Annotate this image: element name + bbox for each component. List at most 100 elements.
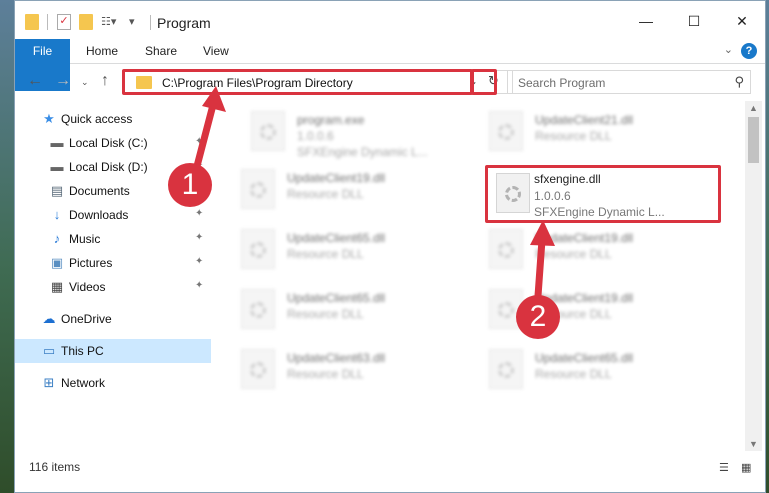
list-item[interactable]: UpdateClient19.dll Resource DLL <box>231 163 461 215</box>
recent-locations-icon[interactable]: ⌄ <box>81 77 89 88</box>
file-name: program.exe <box>297 113 365 127</box>
scroll-up-icon[interactable]: ▲ <box>749 103 758 113</box>
file-description: SFXEngine Dynamic L... <box>534 205 665 219</box>
sidebar-item-label: Local Disk (C:) <box>69 136 148 150</box>
address-highlight <box>122 69 473 95</box>
dll-file-icon <box>241 289 275 329</box>
tab-share[interactable]: Share <box>131 39 191 63</box>
dll-file-icon <box>241 229 275 269</box>
list-item-selected[interactable]: sfxengine.dll 1.0.0.6 SFXEngine Dynamic … <box>485 165 721 223</box>
computer-icon: ▭ <box>42 343 56 358</box>
search-input[interactable]: Search Program ⚲ <box>507 70 751 94</box>
pin-icon[interactable]: ✦ <box>195 280 203 291</box>
sidebar-item-onedrive[interactable]: ☁ OneDrive <box>15 307 211 331</box>
pin-icon[interactable]: ✦ <box>195 136 203 147</box>
sidebar-item-this-pc[interactable]: ▭ This PC <box>15 339 211 363</box>
step-2-badge: 2 <box>516 295 560 339</box>
file-description: SFXEngine Dynamic L... <box>297 145 428 159</box>
sidebar-item-videos[interactable]: ▦ Videos ✦ <box>15 275 211 299</box>
file-version: 1.0.0.6 <box>534 189 571 203</box>
title-bar: ✓ ☷▾ ▾ Program — ☐ ✕ <box>15 1 765 37</box>
chevron-down-icon[interactable]: ⌄ <box>724 43 733 56</box>
file-name: sfxengine.dll <box>534 172 601 186</box>
file-version: 1.0.0.6 <box>297 129 334 143</box>
navigation-bar: ← → ⌄ ↑ C:\Program Files\Program Directo… <box>15 64 765 98</box>
back-arrow-icon[interactable]: ← <box>27 72 43 90</box>
sidebar-item-downloads[interactable]: ↓ Downloads ✦ <box>15 203 211 227</box>
sidebar-item-label: Local Disk (D:) <box>69 160 148 174</box>
sidebar-item-music[interactable]: ♪ Music ✦ <box>15 227 211 251</box>
list-item[interactable]: UpdateClient63.dll Resource DLL <box>231 343 461 395</box>
forward-arrow-icon[interactable]: → <box>55 72 71 90</box>
sidebar-item-quick-access[interactable]: ★ Quick access <box>15 107 211 131</box>
step-1-badge: 1 <box>168 163 212 207</box>
list-item[interactable]: UpdateClient21.dll Resource DLL <box>479 105 709 157</box>
file-description: Resource DLL <box>287 367 364 381</box>
sidebar-item-label: Videos <box>69 280 106 294</box>
file-name: UpdateClient19.dll <box>287 171 386 185</box>
maximize-button[interactable]: ☐ <box>679 11 709 31</box>
dll-file-icon <box>489 229 523 269</box>
ribbon-tabs: File Home Share View ⌄ ? <box>15 39 765 91</box>
sidebar-item-label: Pictures <box>69 256 113 270</box>
tiles-view-icon[interactable]: ▦ <box>741 461 755 474</box>
pin-icon[interactable]: ✦ <box>195 256 203 267</box>
file-list: program.exe 1.0.0.6 SFXEngine Dynamic L.… <box>215 101 745 451</box>
sidebar-item-label: Quick access <box>61 112 133 126</box>
close-button[interactable]: ✕ <box>727 11 757 31</box>
download-icon: ↓ <box>53 207 61 222</box>
file-name: UpdateClient65.dll <box>535 351 634 365</box>
search-icon[interactable]: ⚲ <box>734 74 744 90</box>
videos-icon: ▦ <box>50 279 64 294</box>
file-name: UpdateClient63.dll <box>287 351 386 365</box>
list-item[interactable]: UpdateClient65.dll Resource DLL <box>231 283 461 335</box>
music-icon: ♪ <box>53 231 61 246</box>
tab-view[interactable]: View <box>189 39 243 63</box>
list-item[interactable]: UpdateClient65.dll Resource DLL <box>231 223 461 275</box>
minimize-button[interactable]: — <box>631 11 661 31</box>
help-button[interactable]: ? <box>741 43 757 59</box>
navigation-pane: ★ Quick access ▬ Local Disk (C:) ✦ ▬ Loc… <box>15 101 211 453</box>
customize-toolbar-icon[interactable]: ▾ <box>129 14 141 30</box>
scrollbar-thumb[interactable] <box>748 117 759 163</box>
window-title: Program <box>157 15 211 31</box>
sidebar-item-label: OneDrive <box>61 312 112 326</box>
pin-icon[interactable]: ✦ <box>195 208 203 219</box>
new-folder-icon[interactable] <box>79 14 93 30</box>
view-options-icon[interactable]: ☷▾ <box>101 14 117 30</box>
vertical-scrollbar[interactable]: ▲ ▼ <box>745 101 762 451</box>
properties-icon[interactable]: ✓ <box>57 14 71 30</box>
file-description: Resource DLL <box>535 129 612 143</box>
dll-file-icon <box>489 349 523 389</box>
dll-file-icon <box>241 169 275 209</box>
folder-icon <box>25 14 39 30</box>
refresh-highlight <box>471 69 497 95</box>
list-item[interactable]: UpdateClient65.dll Resource DLL <box>479 343 709 395</box>
sidebar-item-label: This PC <box>61 344 104 358</box>
details-view-icon[interactable]: ☰ <box>719 461 733 474</box>
scroll-down-icon[interactable]: ▼ <box>749 439 758 449</box>
sidebar-item-local-disk-c[interactable]: ▬ Local Disk (C:) ✦ <box>15 131 211 155</box>
sidebar-item-label: Documents <box>69 184 130 198</box>
file-description: Resource DLL <box>535 367 612 381</box>
list-item[interactable]: UpdateClient19.dll Resource DLL <box>479 223 709 275</box>
tab-home[interactable]: Home <box>72 39 132 63</box>
sidebar-item-pictures[interactable]: ▣ Pictures ✦ <box>15 251 211 275</box>
title-divider <box>150 15 151 30</box>
list-item[interactable]: program.exe 1.0.0.6 SFXEngine Dynamic L.… <box>241 105 471 159</box>
pin-icon[interactable]: ✦ <box>195 232 203 243</box>
dll-file-icon <box>241 349 275 389</box>
drive-icon: ▬ <box>50 159 64 174</box>
cloud-icon: ☁ <box>42 311 56 326</box>
sidebar-item-network[interactable]: ⊞ Network <box>15 371 211 395</box>
up-arrow-icon[interactable]: ↑ <box>101 72 109 90</box>
file-description: Resource DLL <box>287 247 364 261</box>
list-item[interactable]: UpdateClient19.dll Resource DLL <box>479 283 709 335</box>
search-placeholder: Search Program <box>518 76 606 90</box>
star-icon: ★ <box>43 111 55 126</box>
documents-icon: ▤ <box>50 183 64 198</box>
network-icon: ⊞ <box>43 375 55 390</box>
dll-file-icon <box>496 173 530 213</box>
file-description: Resource DLL <box>287 307 364 321</box>
exe-file-icon <box>251 111 285 151</box>
